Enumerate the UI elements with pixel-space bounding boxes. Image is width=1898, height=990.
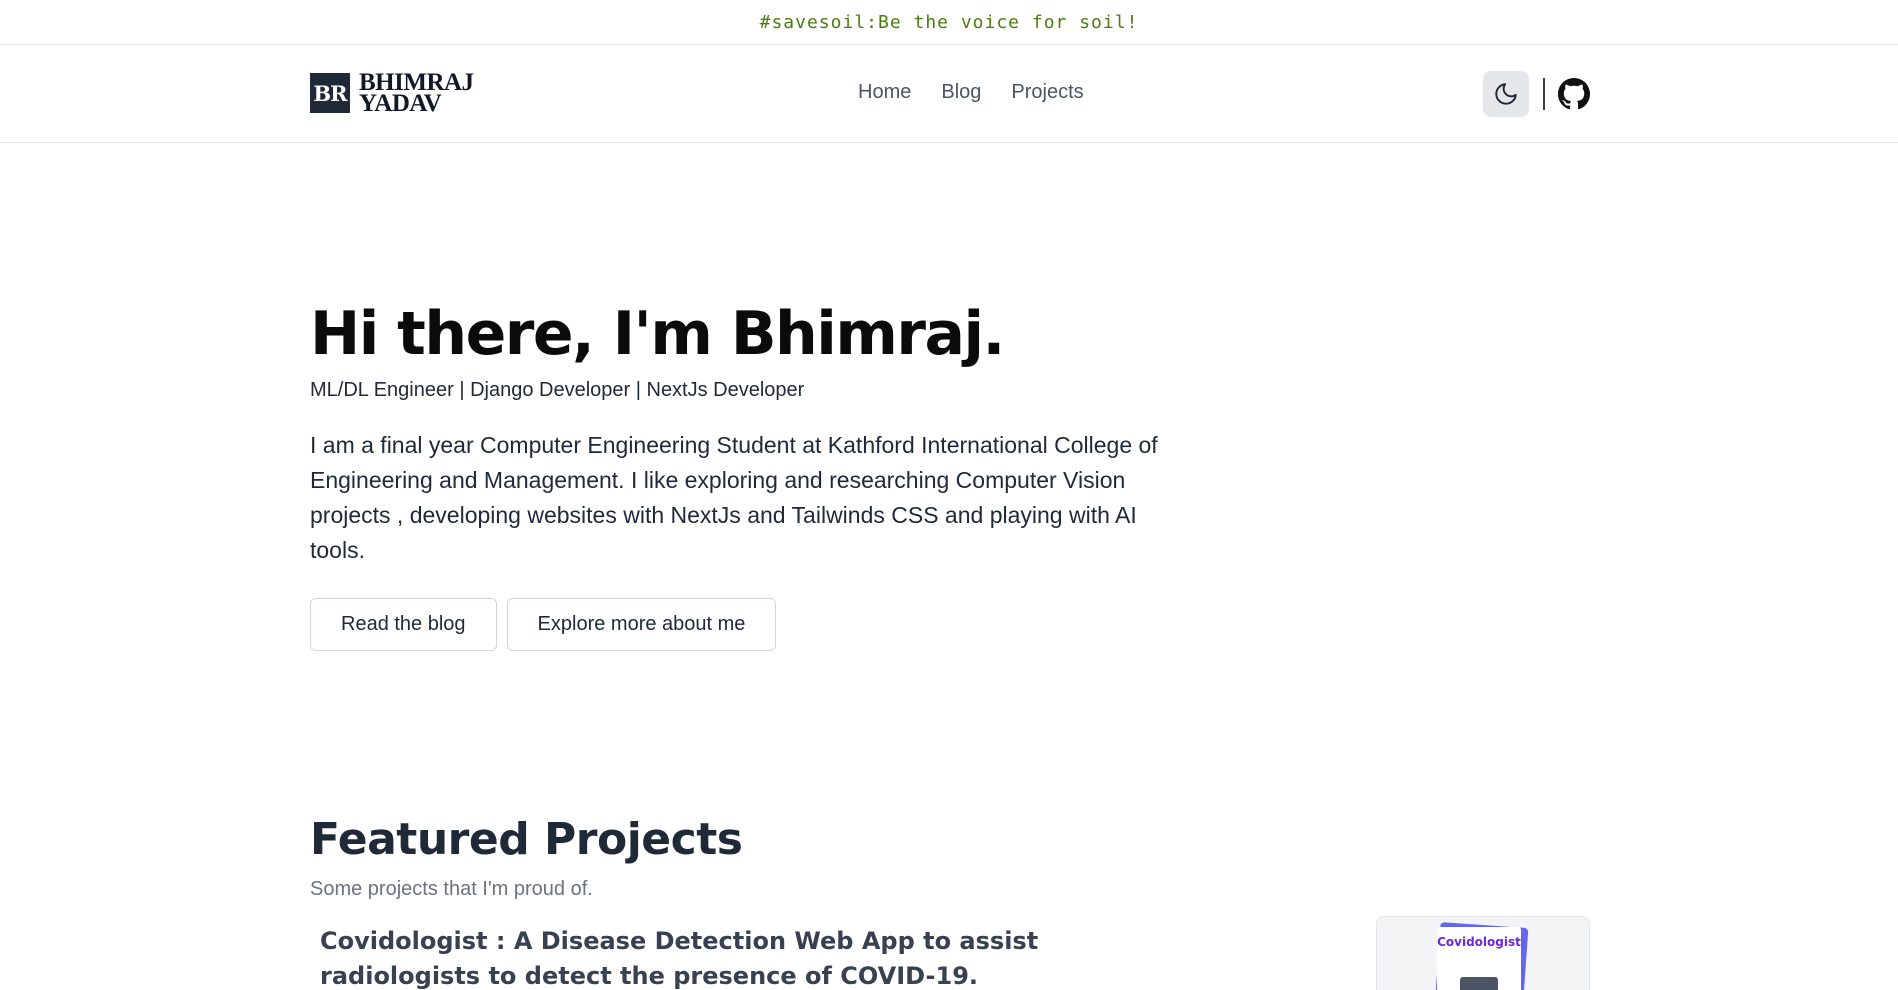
- project-title-link[interactable]: Covidologist : A Disease Detection Web A…: [320, 924, 1200, 990]
- theme-toggle-button[interactable]: [1483, 71, 1529, 117]
- header-divider: [1543, 78, 1545, 110]
- announcement-banner: #savesoil:Be the voice for soil!: [0, 0, 1898, 45]
- featured-subtitle: Some projects that I'm proud of.: [310, 878, 593, 900]
- moon-icon: [1495, 83, 1517, 105]
- hero-heading: Hi there, I'm Bhimraj.: [310, 299, 1005, 369]
- logo-text: BHIMRAJ YADAV: [359, 70, 474, 117]
- nav-blog[interactable]: Blog: [941, 81, 981, 104]
- github-link[interactable]: [1558, 78, 1590, 110]
- nav-home[interactable]: Home: [858, 81, 911, 104]
- thumbnail-title: Covidologist: [1437, 935, 1521, 949]
- main-nav: Home Blog Projects: [858, 81, 1084, 104]
- banner-text: #savesoil:Be the voice for soil!: [759, 11, 1139, 33]
- project-thumbnail[interactable]: Covidologist: [1376, 916, 1590, 990]
- hero-intro: I am a final year Computer Engineering S…: [310, 432, 1158, 563]
- logo-line-2: YADAV: [359, 90, 442, 117]
- read-blog-button[interactable]: Read the blog: [310, 598, 497, 651]
- hero-buttons: Read the blog Explore more about me: [310, 598, 1170, 651]
- explore-about-button[interactable]: Explore more about me: [506, 598, 777, 651]
- featured-projects-section: Featured Projects Some projects that I'm…: [310, 812, 1590, 990]
- site-header: BR BHIMRAJ YADAV Home Blog Projects: [0, 45, 1898, 143]
- hero-section: Hi there, I'm Bhimraj. ML/DL Engineer | …: [310, 295, 1170, 651]
- hero-subtitle: ML/DL Engineer | Django Developer | Next…: [310, 379, 805, 401]
- logo-mark: BR: [310, 73, 350, 113]
- thumbnail-card: Covidologist: [1437, 927, 1521, 990]
- site-logo[interactable]: BR BHIMRAJ YADAV: [310, 70, 474, 117]
- featured-heading: Featured Projects: [310, 814, 743, 865]
- github-icon: [1558, 78, 1590, 110]
- nav-projects[interactable]: Projects: [1011, 81, 1083, 104]
- xray-image: [1460, 977, 1498, 990]
